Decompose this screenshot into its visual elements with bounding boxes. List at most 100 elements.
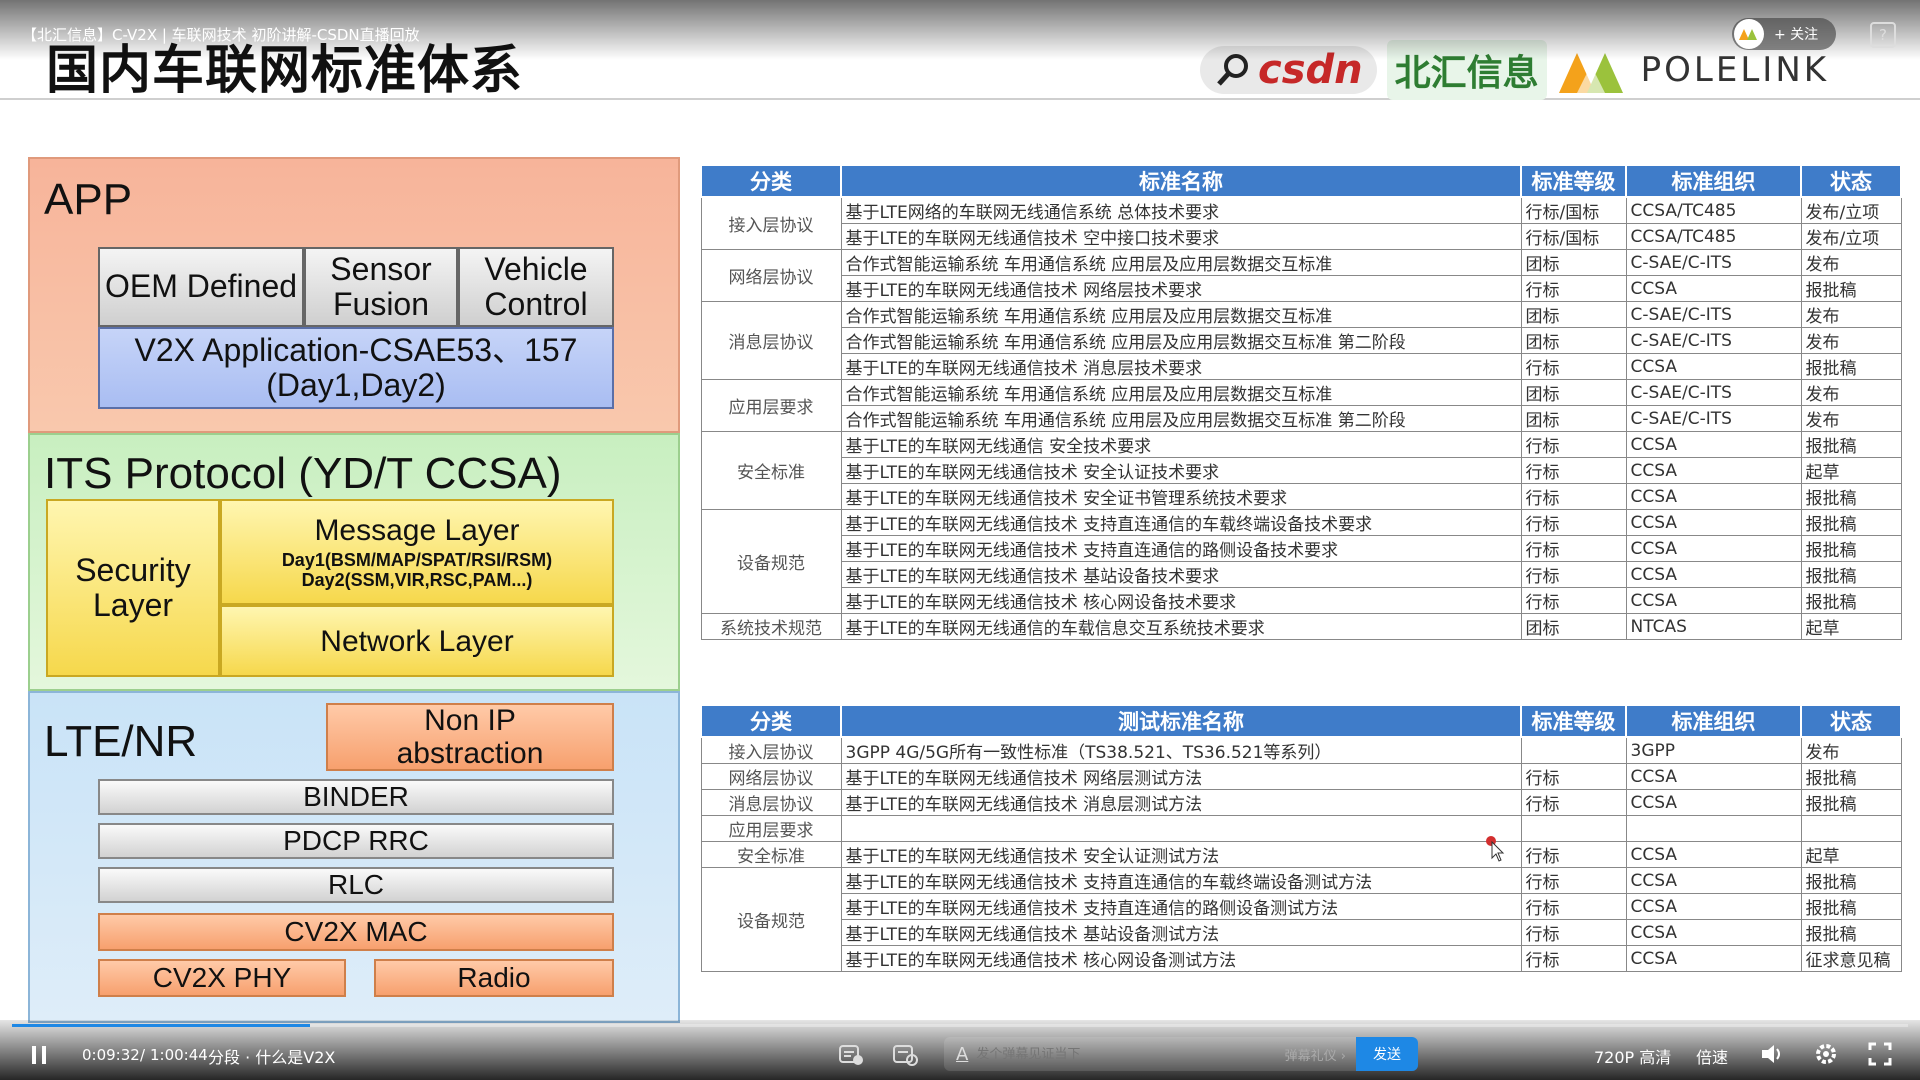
category-cell: 安全标准	[700, 841, 842, 868]
level-cell: 行标	[1520, 587, 1627, 614]
volume-icon[interactable]	[1760, 1042, 1786, 1066]
level-cell: 团标	[1520, 327, 1627, 354]
app-layer-block: APP OEM Defined Sensor Fusion Vehicle Co…	[28, 157, 680, 433]
status-cell: 报批稿	[1800, 763, 1902, 790]
uploader-avatar[interactable]	[1734, 19, 1764, 49]
message-layer-day2: Day2(SSM,VIR,RSC,PAM...)	[301, 569, 533, 590]
fullscreen-icon[interactable]	[1868, 1042, 1892, 1066]
follow-label: + 关注	[1774, 27, 1819, 43]
standards-table: 分类 标准名称 标准等级 标准组织 状态 接入层协议 基于LTE网络的车联网无线通信系统 …	[700, 164, 1902, 640]
org-cell: CCSA	[1625, 275, 1802, 302]
danmu-toggle-icon[interactable]	[838, 1042, 864, 1066]
pause-icon[interactable]	[28, 1044, 50, 1066]
org-cell: CCSA	[1625, 561, 1802, 588]
org-cell: CCSA/TC485	[1625, 196, 1802, 224]
message-layer-day1: Day1(BSM/MAP/SPAT/RSI/RSM)	[281, 549, 553, 570]
danmu-etiquette-link[interactable]: 弹幕礼仪 ›	[1285, 1045, 1346, 1064]
org-cell: CCSA	[1625, 587, 1802, 614]
category-cell: 应用层要求	[700, 815, 842, 842]
level-cell: 行标	[1520, 353, 1627, 380]
test-standards-table: 分类 测试标准名称 标准等级 标准组织 状态 接入层协议 3GPP 4G/5G所有一致性标…	[700, 704, 1902, 972]
level-cell: 行标	[1520, 275, 1627, 302]
standard-name-cell	[840, 815, 1522, 842]
org-cell: CCSA	[1625, 353, 1802, 380]
org-cell	[1625, 815, 1802, 842]
level-cell: 行标	[1520, 893, 1627, 920]
table-row: 应用层要求	[700, 815, 1902, 842]
category-cell: 消息层协议	[700, 789, 842, 816]
status-cell: 报批稿	[1800, 867, 1902, 894]
org-cell: NTCAS	[1625, 613, 1802, 640]
pdcp-rrc-box: PDCP RRC	[98, 823, 614, 859]
table-row: 网络层协议 合作式智能运输系统 车用通信系统 应用层及应用层数据交互标准 团标 C-S…	[700, 249, 1902, 302]
standard-name-cell: 基于LTE的车联网无线通信技术 安全认证技术要求	[840, 457, 1522, 484]
standard-name-cell: 基于LTE的车联网无线通信技术 消息层技术要求	[840, 353, 1522, 380]
org-cell: C-SAE/C-ITS	[1625, 301, 1802, 328]
cv2x-phy-box: CV2X PHY	[98, 959, 346, 997]
category-cell: 设备规范	[700, 509, 842, 614]
status-cell	[1800, 815, 1902, 842]
standard-name-cell: 3GPP 4G/5G所有一致性标准（TS38.521、TS36.521等系列）	[840, 736, 1522, 764]
video-frame[interactable]: 国内车联网标准体系 csdn 北汇信息 POLELINK APP OEM Def…	[0, 0, 1920, 1080]
text-style-icon[interactable]: A	[956, 1044, 968, 1065]
table-row: 安全标准 基于LTE的车联网无线通信技术 安全认证测试方法 行标 CCSA 起草	[700, 841, 1902, 868]
status-cell: 发布/立项	[1800, 223, 1902, 250]
standard-name-cell: 基于LTE的车联网无线通信技术 网络层技术要求	[840, 275, 1522, 302]
standard-name-cell: 基于LTE的车联网无线通信技术 支持直连通信的车载终端设备技术要求	[840, 509, 1522, 536]
v2x-application-box: V2X Application-CSAE53、157 (Day1,Day2)	[98, 327, 614, 409]
quality-selector[interactable]: 720P 高清	[1594, 1044, 1671, 1068]
danmu-settings-icon[interactable]	[892, 1042, 918, 1066]
standard-name-cell: 基于LTE的车联网无线通信的车载信息交互系统技术要求	[840, 613, 1522, 640]
standard-name-cell: 基于LTE的车联网无线通信技术 安全证书管理系统技术要求	[840, 483, 1522, 510]
security-layer-box: Security Layer	[46, 499, 220, 677]
cv2x-mac-box: CV2X MAC	[98, 913, 614, 951]
help-icon[interactable]: ?	[1870, 22, 1896, 48]
send-button[interactable]: 发送	[1356, 1037, 1418, 1071]
org-cell: CCSA	[1625, 841, 1802, 868]
status-cell: 发布	[1800, 301, 1902, 328]
level-cell: 行标	[1520, 509, 1627, 536]
table-row: 消息层协议 合作式智能运输系统 车用通信系统 应用层及应用层数据交互标准 团标 C-S…	[700, 301, 1902, 380]
speed-selector[interactable]: 倍速	[1696, 1044, 1728, 1068]
its-protocol-label: ITS Protocol (YD/T CCSA)	[44, 449, 562, 498]
status-cell: 发布	[1800, 327, 1902, 354]
chapter-label[interactable]: 分段 · 什么是V2X	[208, 1044, 335, 1068]
table-row: 合作式智能运输系统 车用通信系统 应用层及应用层数据交互标准 第二阶段 团标 C-S…	[701, 327, 1902, 354]
danmu-input[interactable]	[974, 1045, 1285, 1063]
table-row: 基于LTE的车联网无线通信技术 支持直连通信的路侧设备测试方法 行标 CCSA 报批稿	[701, 893, 1902, 920]
standard-name-cell: 基于LTE的车联网无线通信技术 支持直连通信的路侧设备技术要求	[840, 535, 1522, 562]
category-cell: 接入层协议	[700, 736, 842, 764]
org-cell: C-SAE/C-ITS	[1625, 379, 1802, 406]
level-cell: 团标	[1520, 379, 1627, 406]
message-layer-box: Message Layer Day1(BSM/MAP/SPAT/RSI/RSM)…	[220, 499, 614, 605]
status-cell: 发布	[1800, 736, 1902, 764]
settings-gear-icon[interactable]	[1814, 1042, 1838, 1066]
radio-box: Radio	[374, 959, 614, 997]
standard-name-cell: 基于LTE的车联网无线通信技术 基站设备技术要求	[840, 561, 1522, 588]
status-header: 状态	[1800, 164, 1902, 198]
level-cell: 团标	[1520, 249, 1627, 276]
category-cell: 设备规范	[700, 867, 842, 972]
org-cell: CCSA	[1625, 431, 1802, 458]
level-cell: 行标	[1520, 763, 1627, 790]
binder-box: BINDER	[98, 779, 614, 815]
org-header: 标准组织	[1625, 164, 1802, 198]
status-cell: 征求意见稿	[1800, 945, 1902, 972]
time-separator: /	[140, 1046, 146, 1064]
table-row: 基于LTE的车联网无线通信技术 安全认证技术要求 行标 CCSA 起草	[701, 457, 1902, 484]
status-cell: 报批稿	[1800, 587, 1902, 614]
org-cell: C-SAE/C-ITS	[1625, 249, 1802, 276]
level-cell: 行标	[1520, 919, 1627, 946]
status-cell: 报批稿	[1800, 789, 1902, 816]
non-ip-abstraction-box: Non IP abstraction	[326, 703, 614, 771]
table-row: 应用层要求 合作式智能运输系统 车用通信系统 应用层及应用层数据交互标准 团标 C-S…	[700, 379, 1902, 432]
org-cell: CCSA	[1625, 945, 1802, 972]
progress-bar[interactable]	[12, 1024, 1908, 1027]
level-cell	[1520, 815, 1627, 842]
follow-button[interactable]: + 关注	[1732, 18, 1836, 50]
table-row: 系统技术规范 基于LTE的车联网无线通信的车载信息交互系统技术要求 团标 NTCAS 起…	[700, 613, 1902, 640]
table-row: 基于LTE的车联网无线通信技术 核心网设备测试方法 行标 CCSA 征求意见稿	[701, 945, 1902, 972]
table-row: 设备规范 基于LTE的车联网无线通信技术 支持直连通信的车载终端设备测试方法 行标 C…	[700, 867, 1902, 972]
status-header: 状态	[1800, 704, 1902, 738]
level-cell: 团标	[1520, 613, 1627, 640]
